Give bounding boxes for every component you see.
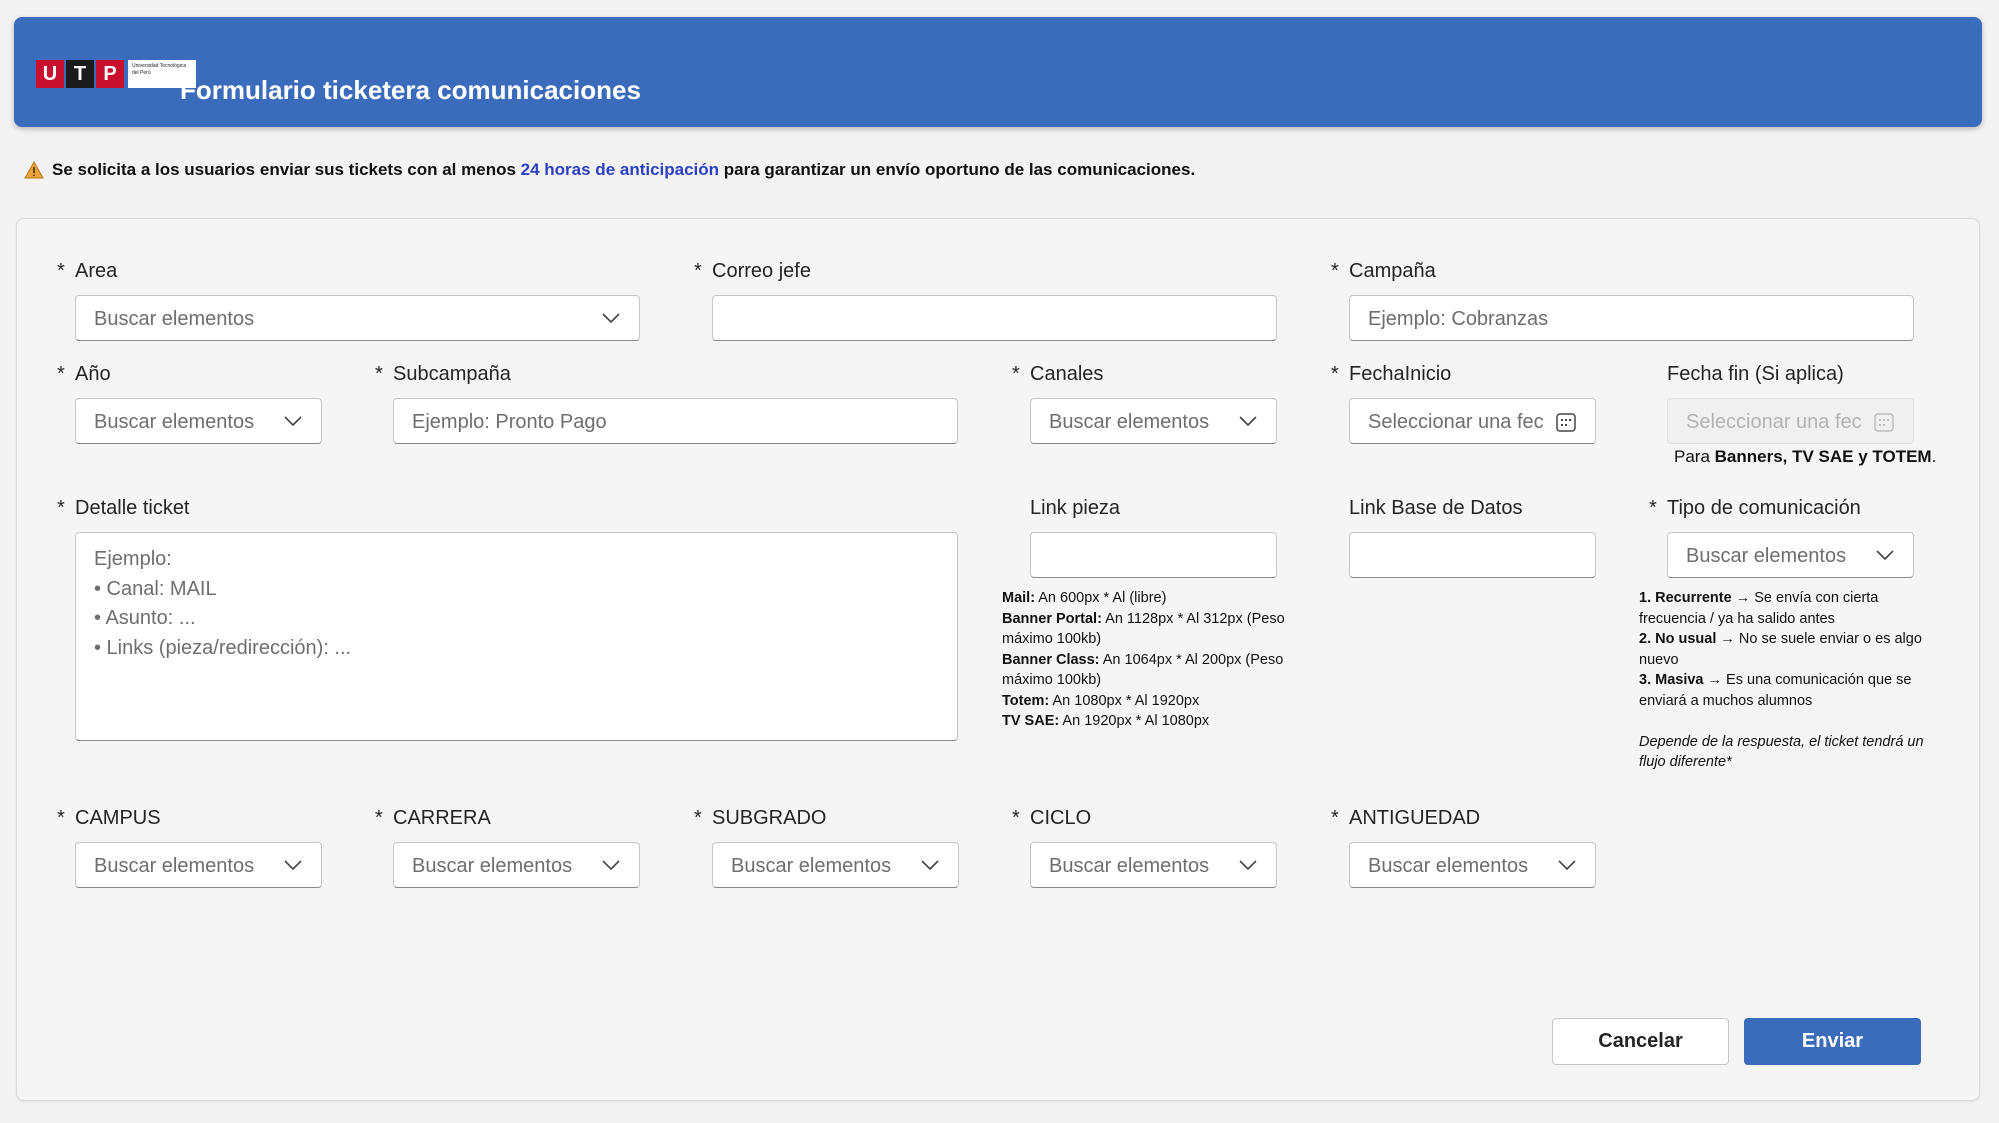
- notice-text-pre: Se solicita a los usuarios enviar sus ti…: [52, 160, 516, 179]
- submit-button[interactable]: Enviar: [1744, 1018, 1921, 1065]
- fecha-fin-datepicker[interactable]: Seleccionar una fec: [1667, 398, 1914, 444]
- campana-placeholder: Ejemplo: Cobranzas: [1368, 308, 1549, 330]
- chevron-down-icon: [921, 860, 939, 871]
- campus-placeholder: Buscar elementos: [94, 855, 255, 877]
- spec-totem: Totem: An 1080px * Al 1920px: [1002, 692, 1200, 709]
- tipo-footnote: Depende de la respuesta, el ticket tendr…: [1639, 733, 1924, 771]
- area-label: * Area: [57, 260, 118, 282]
- calendar-icon[interactable]: [1555, 411, 1577, 433]
- canales-dropdown[interactable]: Buscar elementos: [1030, 398, 1277, 444]
- tipo-option-no-usual: 2. No usual → No se suele enviar o es al…: [1639, 631, 1922, 668]
- chevron-down-icon: [1558, 860, 1576, 871]
- subgrado-dropdown[interactable]: Buscar elementos: [712, 842, 959, 888]
- canales-placeholder: Buscar elementos: [1049, 411, 1210, 433]
- logo-letter-p: P: [96, 60, 124, 88]
- canales-label: * Canales: [1012, 363, 1104, 385]
- tipo-placeholder: Buscar elementos: [1686, 545, 1847, 567]
- utp-logo: U T P Universidad Tecnológica del Perú: [36, 60, 196, 88]
- anio-dropdown[interactable]: Buscar elementos: [75, 398, 322, 444]
- subcampana-label: * Subcampaña: [375, 363, 511, 385]
- detalle-placeholder: Ejemplo: • Canal: MAIL • Asunto: ... • L…: [94, 548, 352, 659]
- page-title: Formulario ticketera comunicaciones: [180, 75, 641, 105]
- fecha-fin-placeholder: Seleccionar una fec: [1686, 411, 1862, 433]
- chevron-down-icon: [284, 416, 302, 427]
- link-pieza-specs: Mail: An 600px * Al (libre) Banner Porta…: [1002, 588, 1312, 732]
- antiguedad-placeholder: Buscar elementos: [1368, 855, 1529, 877]
- detalle-label: * Detalle ticket: [57, 497, 190, 519]
- link-bd-input[interactable]: [1349, 532, 1596, 578]
- fecha-fin-note: Para Banners, TV SAE y TOTEM.: [1674, 447, 1937, 466]
- chevron-down-icon: [602, 860, 620, 871]
- campana-label: * Campaña: [1331, 260, 1436, 282]
- fecha-inicio-label: * FechaInicio: [1331, 363, 1452, 385]
- campana-input[interactable]: Ejemplo: Cobranzas: [1349, 295, 1914, 341]
- link-pieza-label: Link pieza: [1030, 497, 1121, 519]
- campus-label: * CAMPUS: [57, 807, 161, 829]
- chevron-down-icon: [284, 860, 302, 871]
- cancel-button[interactable]: Cancelar: [1552, 1018, 1729, 1065]
- ciclo-dropdown[interactable]: Buscar elementos: [1030, 842, 1277, 888]
- subgrado-label: * SUBGRADO: [694, 807, 827, 829]
- fecha-fin-label: Fecha fin (Si aplica): [1667, 363, 1844, 385]
- spec-banner-portal: Banner Portal: An 1128px * Al 312px (Pes…: [1002, 610, 1285, 648]
- tipo-dropdown[interactable]: Buscar elementos: [1667, 532, 1914, 578]
- carrera-dropdown[interactable]: Buscar elementos: [393, 842, 640, 888]
- detalle-textarea[interactable]: Ejemplo: • Canal: MAIL • Asunto: ... • L…: [75, 532, 958, 741]
- notice-highlight: 24 horas de anticipación: [520, 160, 720, 179]
- chevron-down-icon: [602, 313, 620, 324]
- carrera-placeholder: Buscar elementos: [412, 855, 573, 877]
- anticipation-notice: Se solicita a los usuarios enviar sus ti…: [24, 160, 1195, 180]
- spec-tv-sae: TV SAE: An 1920px * Al 1080px: [1002, 713, 1210, 729]
- antiguedad-dropdown[interactable]: Buscar elementos: [1349, 842, 1596, 888]
- campus-dropdown[interactable]: Buscar elementos: [75, 842, 322, 888]
- area-placeholder: Buscar elementos: [94, 308, 255, 330]
- spec-banner-class: Banner Class: An 1064px * Al 200px (Peso…: [1002, 651, 1284, 689]
- chevron-down-icon: [1239, 860, 1257, 871]
- carrera-label: * CARRERA: [375, 807, 491, 829]
- ciclo-label: * CICLO: [1012, 807, 1092, 829]
- tipo-explanation: 1. Recurrente → Se envía con cierta frec…: [1639, 588, 1949, 773]
- tipo-option-recurrente: 1. Recurrente → Se envía con cierta frec…: [1639, 590, 1879, 627]
- tipo-option-masiva: 3. Masiva → Es una comunicación que se e…: [1639, 672, 1912, 709]
- anio-label: * Año: [57, 363, 111, 385]
- fecha-inicio-datepicker[interactable]: Seleccionar una fec: [1349, 398, 1596, 444]
- spec-mail: Mail: An 600px * Al (libre): [1002, 590, 1167, 606]
- correo-jefe-label: * Correo jefe: [694, 260, 811, 282]
- fecha-inicio-placeholder: Seleccionar una fec: [1368, 411, 1544, 433]
- logo-letter-t: T: [66, 60, 94, 88]
- app-header: U T P Universidad Tecnológica del Perú F…: [14, 17, 1982, 127]
- tipo-label: * Tipo de comunicación: [1649, 497, 1861, 519]
- link-pieza-input[interactable]: [1030, 532, 1277, 578]
- link-bd-label: Link Base de Datos: [1349, 497, 1523, 519]
- ciclo-placeholder: Buscar elementos: [1049, 855, 1210, 877]
- subcampana-input[interactable]: Ejemplo: Pronto Pago: [393, 398, 958, 444]
- subcampana-placeholder: Ejemplo: Pronto Pago: [412, 411, 607, 433]
- warning-icon: [24, 161, 44, 179]
- logo-letter-u: U: [36, 60, 64, 88]
- correo-jefe-input[interactable]: [712, 295, 1277, 341]
- chevron-down-icon: [1239, 416, 1257, 427]
- notice-text-post: para garantizar un envío oportuno de las…: [723, 160, 1196, 179]
- area-dropdown[interactable]: Buscar elementos: [75, 295, 640, 341]
- anio-placeholder: Buscar elementos: [94, 411, 255, 433]
- calendar-icon: [1874, 413, 1894, 432]
- subgrado-placeholder: Buscar elementos: [731, 855, 892, 877]
- chevron-down-icon: [1876, 550, 1894, 561]
- antiguedad-label: * ANTIGUEDAD: [1331, 807, 1481, 829]
